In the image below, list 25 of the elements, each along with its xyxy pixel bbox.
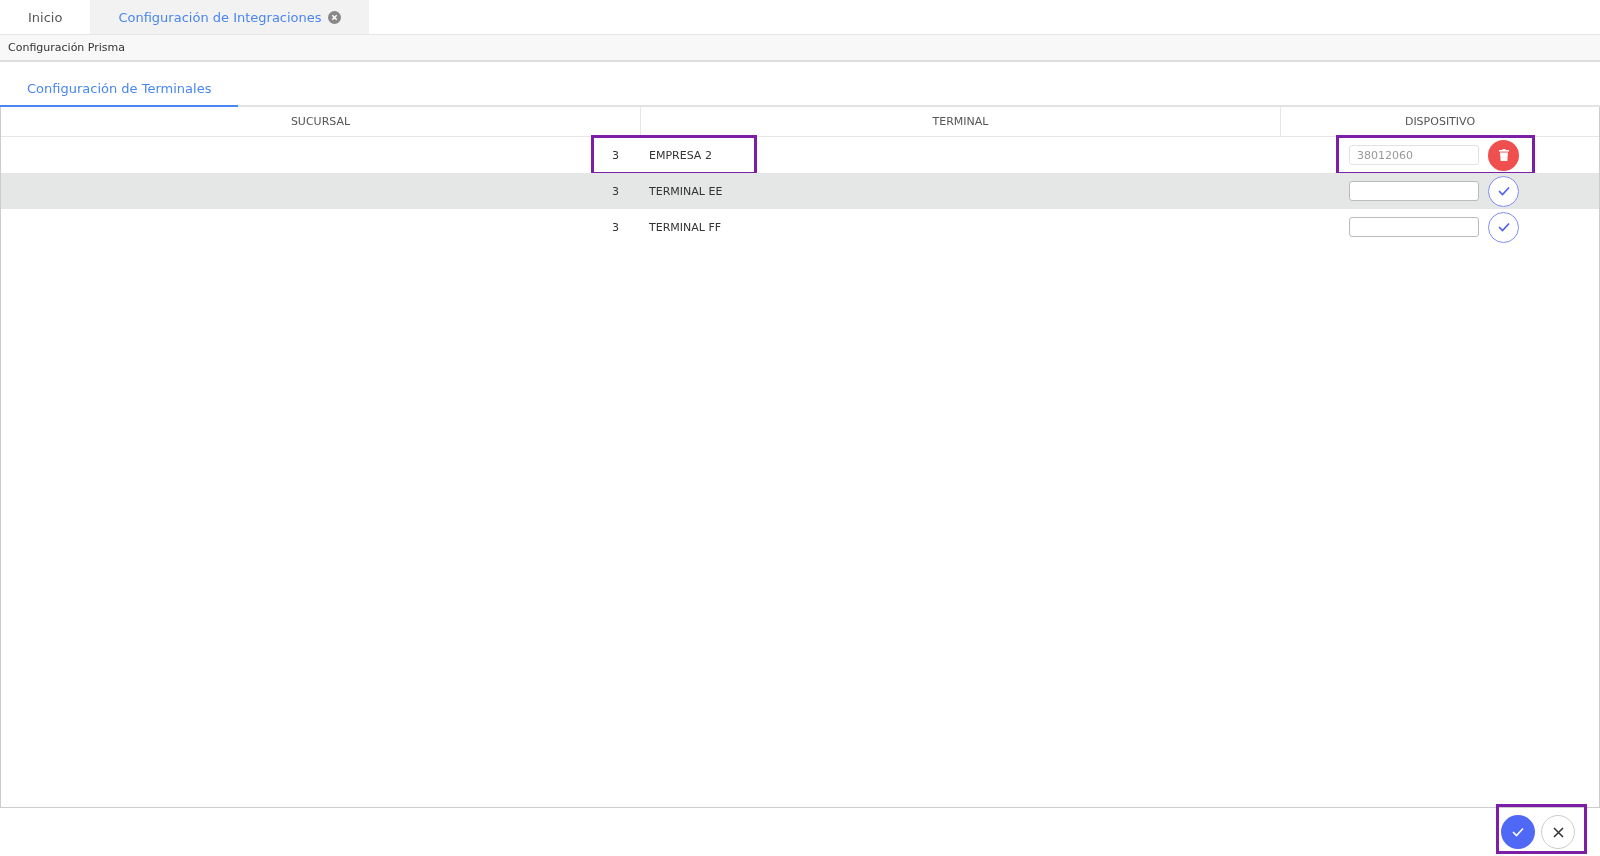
table-cell: TERMINAL FF xyxy=(649,220,722,234)
tab[interactable]: Configuración de Terminales xyxy=(0,81,239,107)
trash-icon xyxy=(1498,149,1509,161)
column-header: TERMINAL xyxy=(641,107,1281,136)
cancel-button[interactable] xyxy=(1541,815,1575,849)
table-cell: EMPRESA 2 xyxy=(649,148,712,162)
confirm-button[interactable] xyxy=(1488,211,1519,243)
check-icon xyxy=(1497,186,1510,196)
table-cell: TERMINAL EE xyxy=(649,184,723,198)
close-icon xyxy=(1552,826,1564,838)
check-icon xyxy=(1497,222,1510,232)
confirm-button[interactable] xyxy=(1501,815,1535,849)
table-cell: 3 xyxy=(612,148,619,162)
table-row[interactable]: 3 TERMINAL EE xyxy=(1,173,1599,209)
delete-button[interactable] xyxy=(1488,139,1519,171)
table-cell: 3 xyxy=(612,220,619,234)
check-icon xyxy=(1512,827,1524,837)
column-header: SUCURSAL xyxy=(1,107,641,136)
confirm-button[interactable] xyxy=(1488,175,1519,207)
device-field[interactable] xyxy=(1349,181,1479,201)
close-icon[interactable] xyxy=(327,10,341,24)
device-field[interactable] xyxy=(1349,217,1479,237)
table-cell: 3 xyxy=(612,184,619,198)
breadcrumb: Configuración Prisma xyxy=(8,41,126,54)
column-header: DISPOSITIVO xyxy=(1403,114,1477,130)
